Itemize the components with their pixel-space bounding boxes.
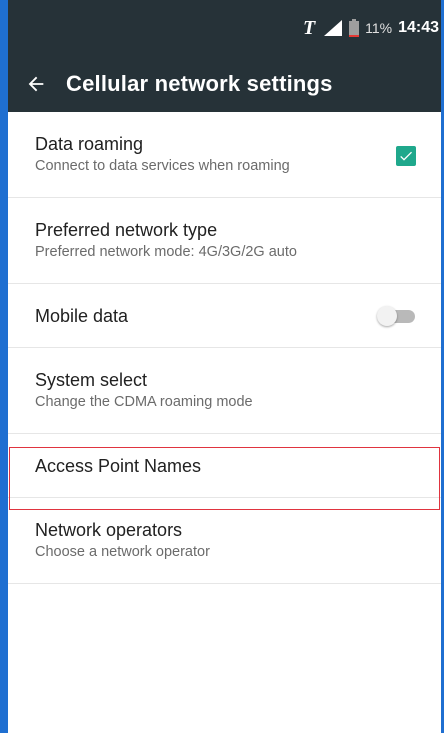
signal-icon bbox=[323, 19, 343, 37]
battery-percent: 11% bbox=[365, 20, 393, 36]
mobile-data-toggle[interactable] bbox=[377, 306, 415, 326]
access-point-names-item[interactable]: Access Point Names bbox=[8, 434, 441, 498]
network-operators-title: Network operators bbox=[35, 520, 183, 540]
data-roaming-item[interactable]: Data roaming Connect to data services wh… bbox=[8, 112, 441, 198]
data-roaming-title: Data roaming bbox=[35, 134, 144, 154]
battery-icon bbox=[349, 19, 360, 37]
mobile-data-item[interactable]: Mobile data bbox=[8, 284, 441, 348]
check-icon bbox=[400, 151, 412, 161]
toggle-thumb bbox=[377, 306, 397, 326]
arrow-back-icon bbox=[28, 76, 44, 92]
status-bar: T 11% 14:43 bbox=[8, 0, 441, 56]
network-operators-item[interactable]: Network operators Choose a network opera… bbox=[8, 498, 441, 584]
back-button[interactable] bbox=[8, 56, 64, 112]
page-title: Cellular network settings bbox=[66, 71, 333, 96]
access-point-names-title: Access Point Names bbox=[35, 455, 202, 476]
mobile-data-title: Mobile data bbox=[35, 305, 129, 326]
system-select-title: System select bbox=[35, 370, 148, 390]
carrier-logo-icon: T bbox=[302, 17, 316, 39]
status-icons: T 11% 14:43 bbox=[301, 16, 439, 40]
preferred-network-title: Preferred network type bbox=[35, 220, 218, 240]
data-roaming-subtitle: Connect to data services when roaming bbox=[35, 158, 290, 174]
preferred-network-subtitle: Preferred network mode: 4G/3G/2G auto bbox=[35, 244, 297, 260]
settings-list: Data roaming Connect to data services wh… bbox=[8, 112, 441, 584]
system-select-item[interactable]: System select Change the CDMA roaming mo… bbox=[8, 348, 441, 434]
screen-frame: T 11% 14:43 Cellular network settings Da… bbox=[0, 0, 444, 733]
status-clock: 14:43 bbox=[398, 19, 439, 36]
network-operators-subtitle: Choose a network operator bbox=[35, 544, 210, 560]
preferred-network-type-item[interactable]: Preferred network type Preferred network… bbox=[8, 198, 441, 284]
frame-border-left bbox=[0, 0, 8, 733]
system-select-subtitle: Change the CDMA roaming mode bbox=[35, 394, 253, 410]
data-roaming-checkbox[interactable] bbox=[396, 146, 416, 166]
app-bar: Cellular network settings bbox=[8, 56, 441, 112]
